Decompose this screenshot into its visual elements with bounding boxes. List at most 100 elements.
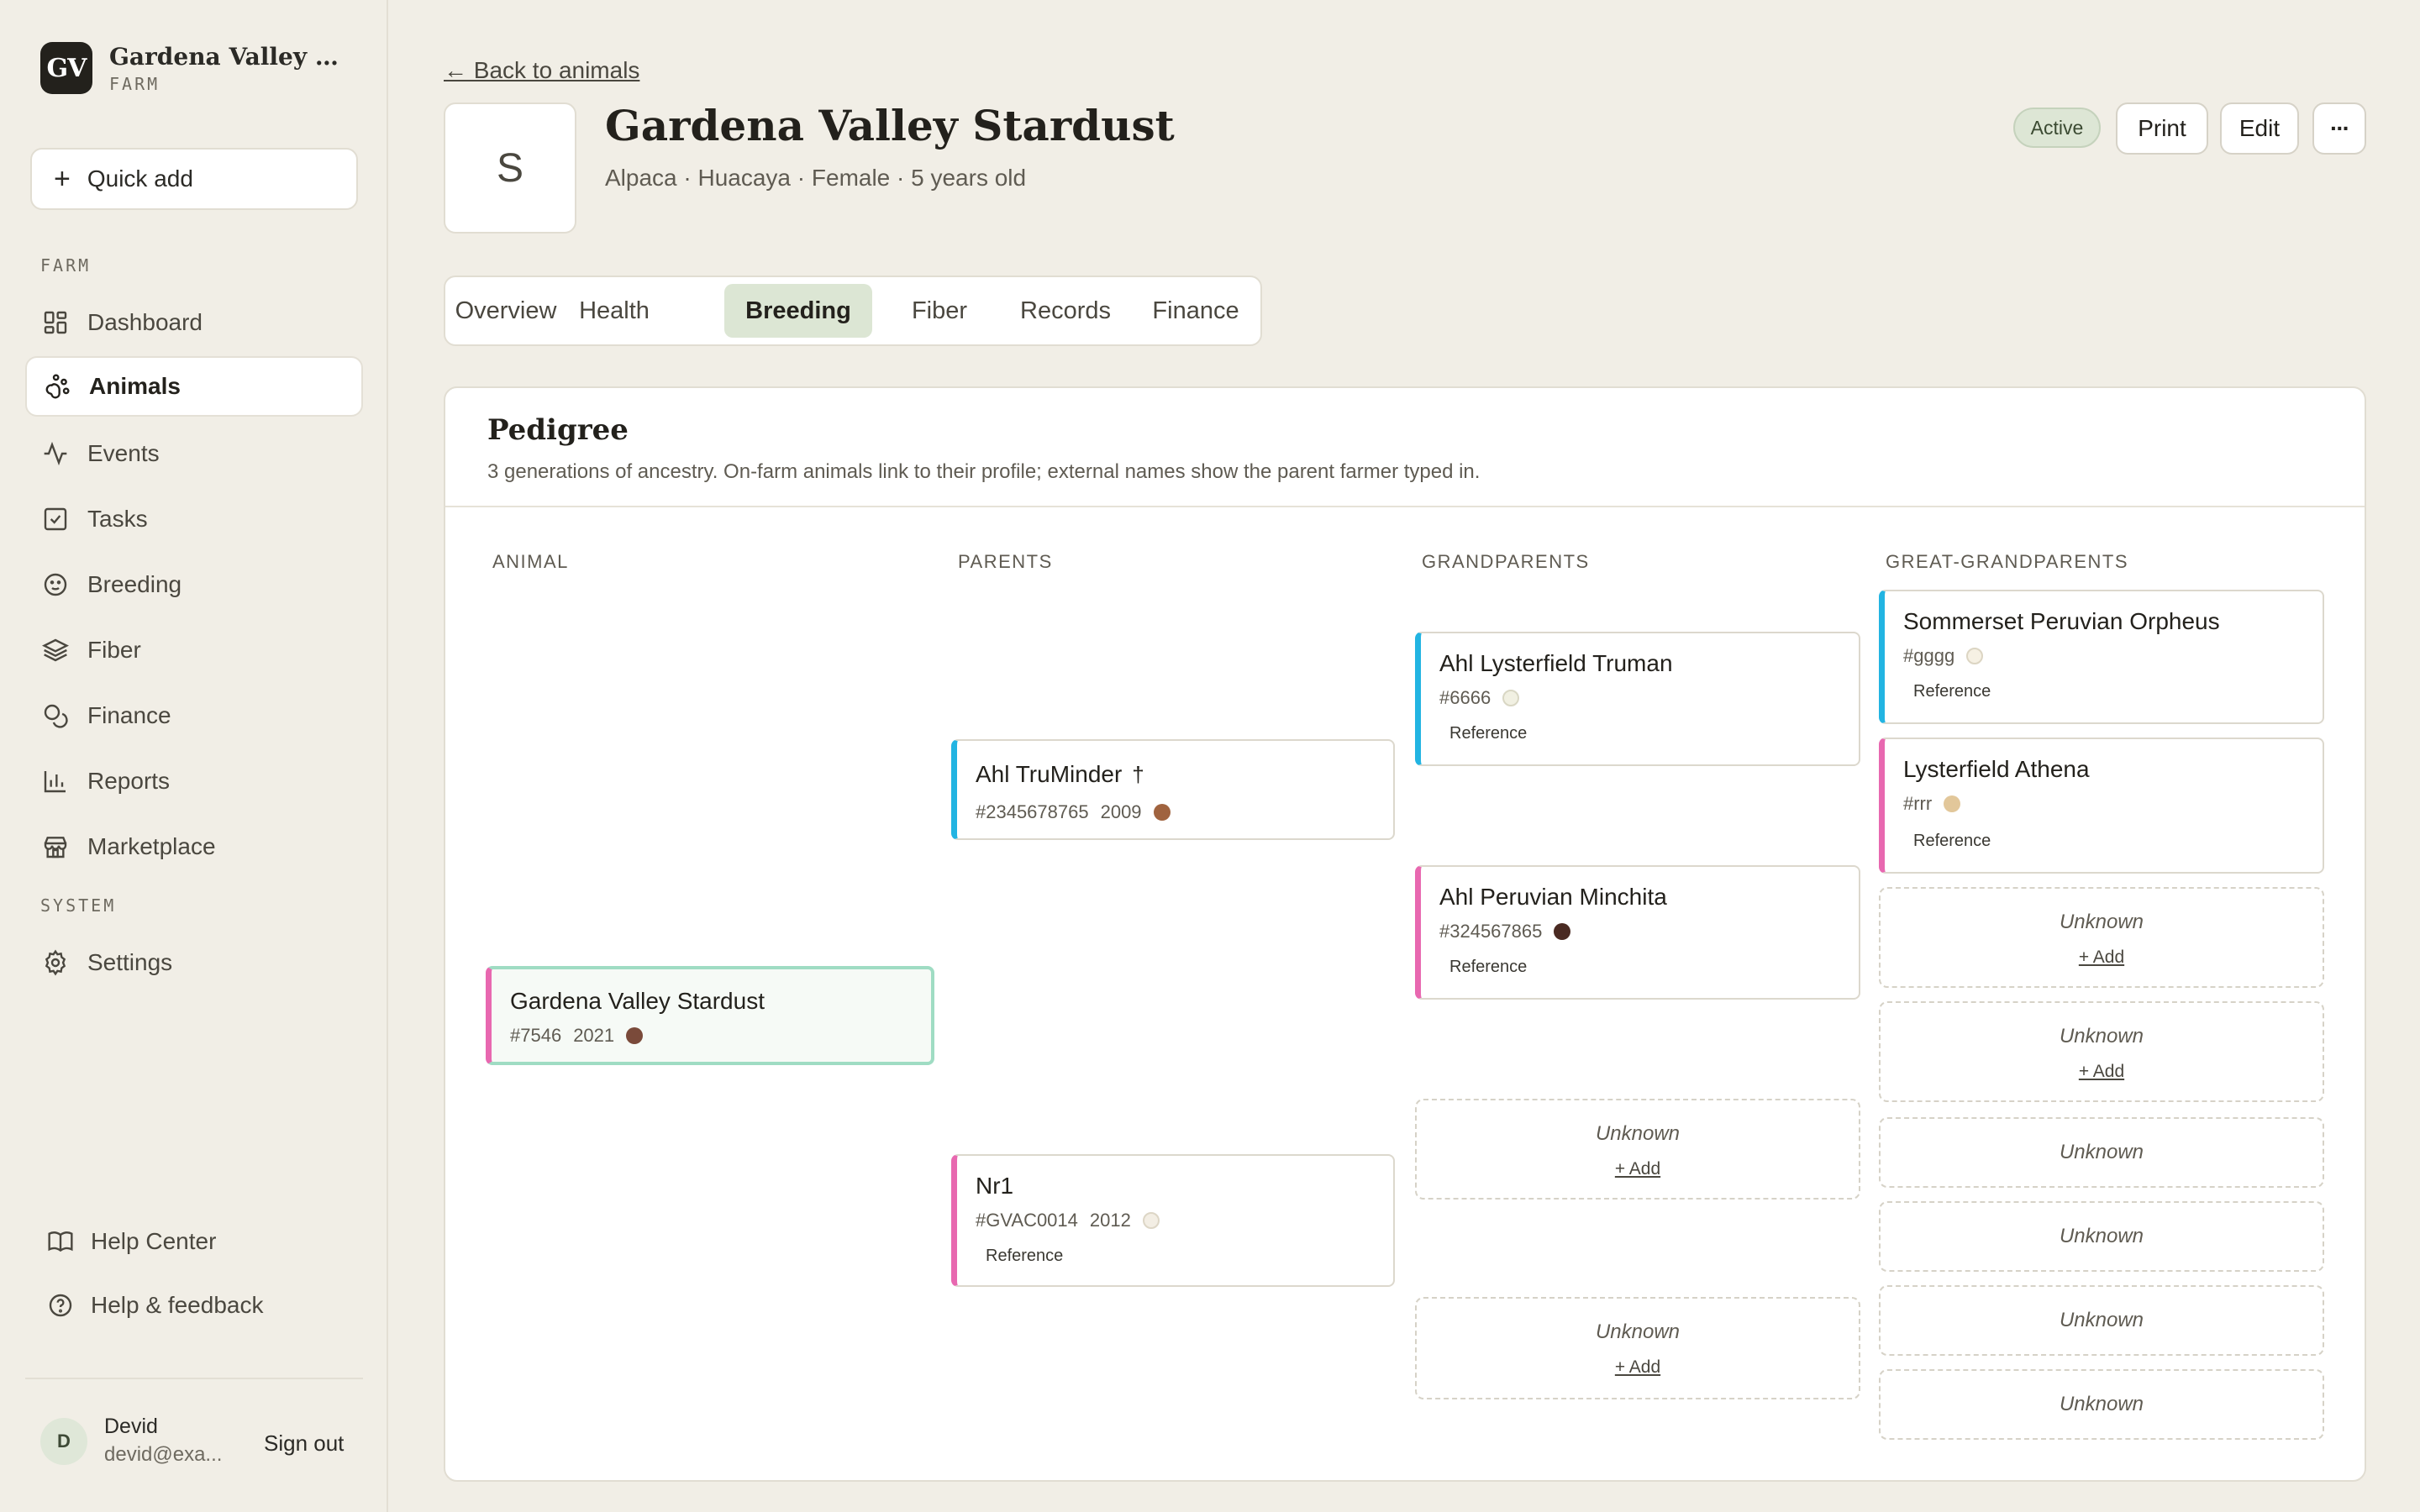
animal-id: #7546 [510, 1025, 562, 1046]
face-icon [44, 573, 67, 596]
sidebar-item-events[interactable]: Events [25, 423, 363, 484]
sidebar-item-label: Finance [87, 702, 171, 728]
dam-name: Nr1 [976, 1173, 1014, 1199]
layers-icon [42, 638, 69, 662]
tab-fiber[interactable]: Fiber [889, 284, 990, 338]
tab-breeding[interactable]: Breeding [724, 284, 872, 338]
unknown-label: Unknown [2059, 1141, 2144, 1163]
farm-name: Gardena Valley Alp... [109, 42, 353, 71]
great-grandparent-id: #rrr [1903, 793, 1933, 814]
more-options-button[interactable]: ··· [2312, 102, 2366, 155]
pedigree-node-dam[interactable]: Nr1 #GVAC0014 2012 Reference [951, 1154, 1395, 1287]
book-icon [48, 1231, 73, 1252]
help-center-link[interactable]: Help Center [47, 1228, 216, 1255]
sidebar-item-tasks[interactable]: Tasks [25, 489, 363, 549]
pedigree-node-ggp-2[interactable]: Lysterfield Athena #rrr Reference [1879, 738, 2324, 874]
unknown-label: Unknown [2059, 1025, 2144, 1047]
pedigree-unknown-slot: Unknown [1879, 1285, 2324, 1356]
sire-year: 2009 [1100, 801, 1142, 822]
help-feedback-label: Help & feedback [91, 1292, 264, 1318]
great-grandparent-id: #gggg [1903, 645, 1955, 666]
sidebar-item-label: Animals [89, 373, 181, 399]
avatar: D [40, 1418, 87, 1465]
sidebar-item-label: Dashboard [87, 309, 203, 335]
edit-button[interactable]: Edit [2220, 102, 2299, 155]
pedigree-node-sire-sire[interactable]: Ahl Lysterfield Truman #6666 Reference [1415, 632, 1860, 766]
great-grandparent-name: Lysterfield Athena [1903, 756, 2090, 782]
pedigree-unknown-slot: Unknown + Add [1879, 887, 2324, 988]
print-button[interactable]: Print [2116, 102, 2208, 155]
quick-add-button[interactable]: + Quick add [30, 148, 358, 210]
tab-finance[interactable]: Finance [1139, 284, 1252, 338]
animal-summary: Alpaca · Huacaya · Female · 5 years old [605, 165, 1027, 191]
store-icon [44, 837, 67, 858]
question-circle-icon [49, 1294, 72, 1317]
unknown-label: Unknown [1595, 1320, 1681, 1343]
pedigree-node-sire[interactable]: Ahl TruMinder † #2345678765 2009 [951, 739, 1395, 840]
tab-health[interactable]: Health [568, 284, 660, 338]
sign-out-button[interactable]: Sign out [264, 1431, 344, 1457]
pedigree-node-ggp-1[interactable]: Sommerset Peruvian Orpheus #gggg Referen… [1879, 590, 2324, 724]
grandparent-name: Ahl Peruvian Minchita [1439, 884, 1667, 910]
sidebar-item-label: Marketplace [87, 833, 216, 859]
pedigree-unknown-slot: Unknown [1879, 1117, 2324, 1188]
sidebar-item-reports[interactable]: Reports [25, 751, 363, 811]
unknown-label: Unknown [2059, 1225, 2144, 1247]
section-label-farm: FARM [40, 255, 92, 276]
sire-name: Ahl TruMinder [976, 761, 1123, 787]
pedigree-node-animal[interactable]: Gardena Valley Stardust #7546 2021 [486, 966, 934, 1065]
sidebar-item-dashboard[interactable]: Dashboard [25, 292, 363, 353]
fleece-color-dot [1966, 648, 1984, 664]
fleece-color-dot [1502, 690, 1520, 706]
activity-icon [44, 441, 67, 466]
pedigree-title: Pedigree [487, 413, 629, 447]
sidebar-item-settings[interactable]: Settings [25, 932, 363, 993]
farm-brand[interactable]: GV Gardena Valley Alp... FARM [40, 42, 353, 94]
unknown-label: Unknown [2059, 911, 2144, 933]
gear-icon [45, 949, 66, 976]
fleece-color-dot [1142, 1212, 1160, 1229]
dashboard-icon [44, 311, 67, 334]
animal-name: Gardena Valley Stardust [510, 988, 765, 1014]
section-label-system: SYSTEM [40, 895, 117, 916]
pedigree-unknown-slot: Unknown [1879, 1201, 2324, 1272]
tab-overview[interactable]: Overview [455, 284, 557, 338]
reference-tag: Reference [1449, 958, 1528, 976]
fleece-color-dot [1554, 923, 1571, 940]
pedigree-unknown-slot: Unknown + Add [1415, 1297, 1860, 1399]
divider [25, 1378, 363, 1379]
fleece-color-dot [1153, 804, 1171, 821]
reference-tag: Reference [1913, 832, 1991, 850]
reference-tag: Reference [986, 1247, 1064, 1265]
add-ancestor-link[interactable]: + Add [1615, 1357, 1660, 1377]
animal-avatar[interactable]: S [444, 102, 576, 234]
add-ancestor-link[interactable]: + Add [1615, 1159, 1660, 1179]
sidebar-item-label: Tasks [87, 506, 148, 532]
sidebar-item-fiber[interactable]: Fiber [25, 620, 363, 680]
help-feedback-link[interactable]: Help & feedback [47, 1292, 263, 1319]
sidebar-item-marketplace[interactable]: Marketplace [25, 816, 363, 877]
pedigree-description: 3 generations of ancestry. On-farm anima… [487, 460, 1481, 483]
sidebar-item-finance[interactable]: Finance [25, 685, 363, 746]
fleece-color-dot [1944, 795, 1961, 812]
column-header-grandparents: GRANDPARENTS [1422, 551, 1590, 572]
sidebar-item-label: Events [87, 440, 160, 466]
column-header-animal: ANIMAL [492, 551, 569, 572]
divider [445, 506, 2365, 507]
user-name: Devid [104, 1415, 158, 1438]
sidebar-item-breeding[interactable]: Breeding [25, 554, 363, 615]
add-ancestor-link[interactable]: + Add [2079, 1062, 2124, 1081]
reference-tag: Reference [1449, 724, 1528, 743]
animal-tabs: Overview Health Breeding Fiber Records F… [444, 276, 1262, 346]
back-to-animals-link[interactable]: ← Back to animals [444, 57, 639, 84]
pedigree-unknown-slot: Unknown [1879, 1369, 2324, 1440]
tab-records[interactable]: Records [1005, 284, 1126, 338]
deceased-icon: † [1132, 762, 1144, 787]
pedigree-node-sire-dam[interactable]: Ahl Peruvian Minchita #324567865 Referen… [1415, 865, 1860, 1000]
dam-year: 2012 [1089, 1210, 1131, 1231]
checkbox-icon [44, 507, 67, 531]
help-center-label: Help Center [91, 1228, 217, 1254]
user-email: devid@exa... [104, 1443, 223, 1466]
add-ancestor-link[interactable]: + Add [2079, 948, 2124, 967]
sidebar-item-animals[interactable]: Animals [25, 356, 363, 417]
